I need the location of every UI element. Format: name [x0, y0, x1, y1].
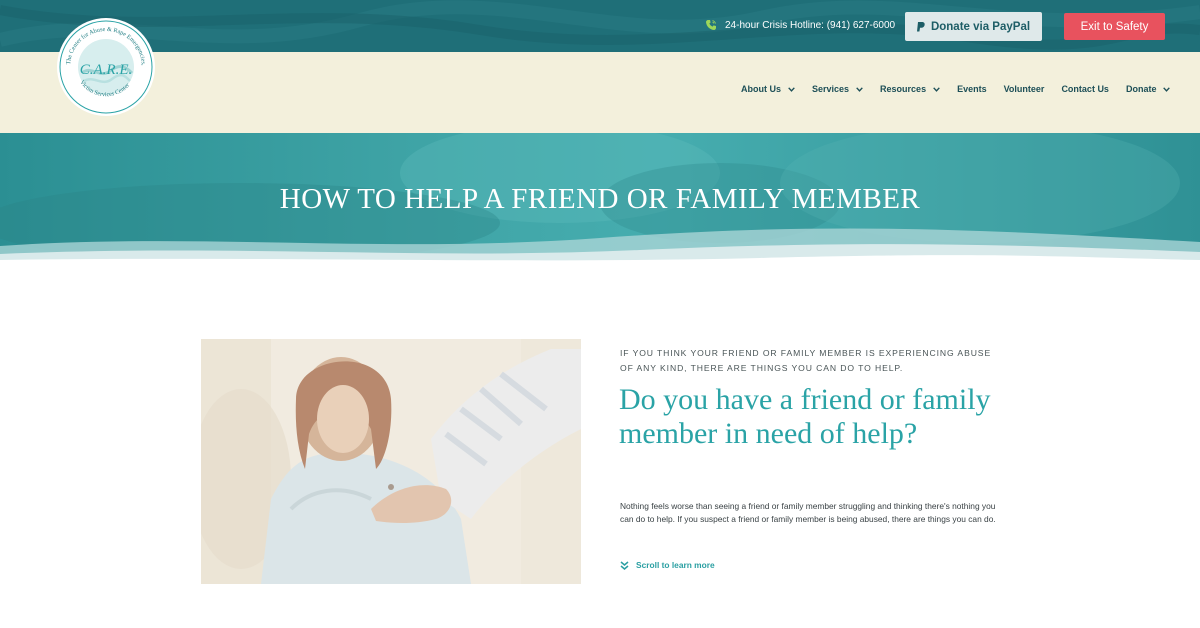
section-headline: Do you have a friend or family member in…: [619, 383, 991, 450]
paypal-button-label: Donate via PayPal: [930, 20, 1031, 33]
hero-wave-divider: [0, 228, 1200, 264]
nav-item-about-us[interactable]: About Us: [741, 84, 795, 94]
nav-item-donate[interactable]: Donate: [1126, 84, 1171, 94]
nav-item-volunteer[interactable]: Volunteer: [1004, 84, 1045, 94]
phone-icon: [706, 20, 716, 30]
paypal-icon: [916, 21, 925, 31]
exit-button-label: Exit to Safety: [1080, 20, 1149, 33]
nav-item-contact-us[interactable]: Contact Us: [1061, 84, 1109, 94]
nav-item-label: Contact Us: [1061, 84, 1109, 94]
chevron-down-icon: [788, 86, 795, 92]
top-utility-bar: 24-hour Crisis Hotline: (941) 627-6000 D…: [0, 0, 1200, 52]
nav-item-events[interactable]: Events: [957, 84, 987, 94]
nav-item-label: Donate: [1125, 84, 1157, 94]
exit-to-safety-button[interactable]: Exit to Safety: [1064, 13, 1165, 40]
donate-paypal-button[interactable]: Donate via PayPal: [905, 12, 1042, 41]
nav-item-resources[interactable]: Resources: [880, 84, 940, 94]
nav-item-label: Volunteer: [1003, 84, 1045, 94]
main-navigation: About Us Services Resources Events Volun…: [741, 84, 1171, 94]
care-logo[interactable]: The Center for Abuse & Rape Emergencies,…: [56, 17, 156, 117]
nav-item-services[interactable]: Services: [812, 84, 863, 94]
hero-banner: HOW TO HELP A FRIEND OR FAMILY MEMBER: [0, 133, 1200, 264]
logo-monogram: C.A.R.E.: [80, 62, 133, 78]
section-body-text: Nothing feels worse than seeing a friend…: [620, 501, 996, 524]
page-title: HOW TO HELP A FRIEND OR FAMILY MEMBER: [279, 183, 921, 215]
nav-item-label: About Us: [741, 84, 781, 94]
crisis-hotline[interactable]: 24-hour Crisis Hotline: (941) 627-6000: [705, 19, 895, 31]
chevron-down-icon: [933, 86, 940, 92]
double-chevron-down-icon: [620, 560, 629, 570]
section-eyebrow: IF YOU THINK YOUR FRIEND OR FAMILY MEMBE…: [620, 348, 992, 373]
friend-support-photo: [201, 339, 581, 584]
hotline-text: 24-hour Crisis Hotline: (941) 627-6000: [725, 19, 896, 31]
chevron-down-icon: [1163, 86, 1171, 92]
page: 24-hour Crisis Hotline: (941) 627-6000 D…: [0, 0, 1200, 628]
scroll-to-learn-more-link[interactable]: Scroll to learn more: [620, 560, 715, 570]
nav-item-label: Events: [957, 84, 987, 94]
nav-item-label: Resources: [880, 84, 927, 94]
chevron-down-icon: [856, 86, 863, 92]
nav-item-label: Services: [812, 84, 850, 94]
scroll-link-label: Scroll to learn more: [636, 560, 715, 570]
